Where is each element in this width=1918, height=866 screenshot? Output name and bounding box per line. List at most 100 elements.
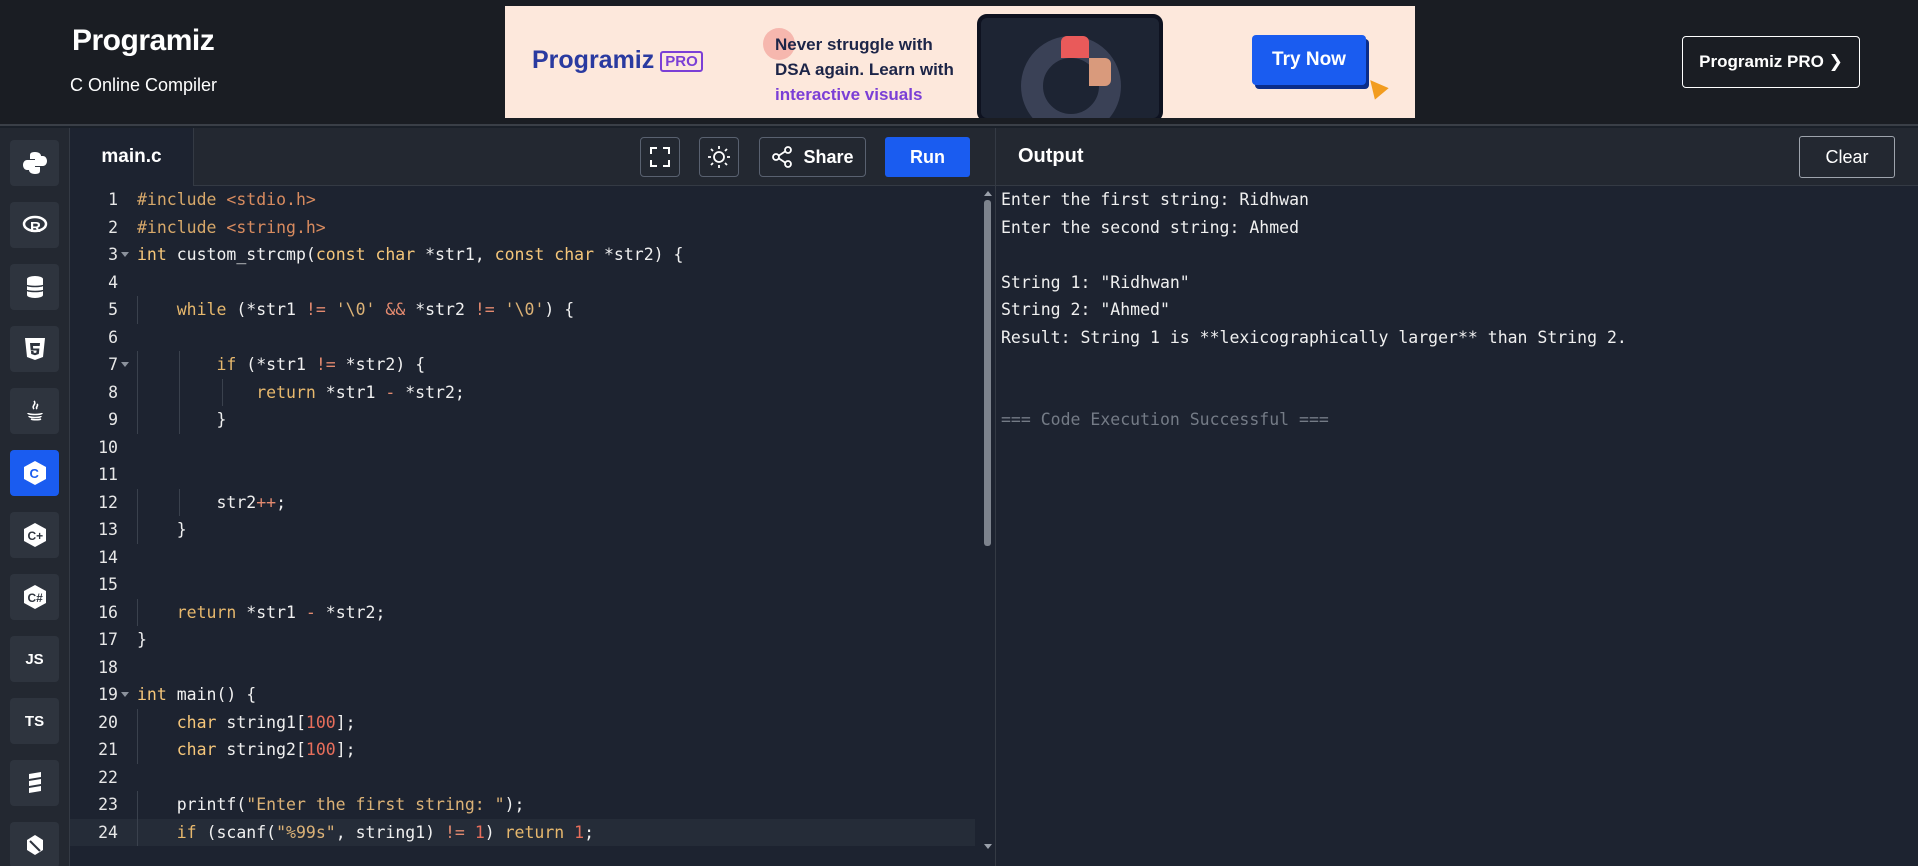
code-line[interactable]: 3 int custom_strcmp(const char *str1, con… bbox=[70, 241, 975, 269]
code-text: #include <string.h> bbox=[137, 217, 326, 237]
line-number: 23 bbox=[98, 795, 118, 814]
code-line[interactable]: 14 bbox=[70, 544, 975, 572]
code-text: } bbox=[137, 630, 147, 649]
editor-toolbar: main.c Share Run bbox=[70, 128, 995, 186]
scala-icon[interactable] bbox=[10, 760, 59, 806]
js-icon[interactable]: JS bbox=[10, 636, 59, 682]
line-number: 12 bbox=[98, 492, 118, 512]
code-area[interactable]: 1 #include <stdio.h> 2 #include <string.h> 3… bbox=[70, 186, 975, 866]
code-line[interactable]: 18 bbox=[70, 654, 975, 682]
line-number: 22 bbox=[98, 767, 118, 787]
code-line[interactable]: 9 } bbox=[70, 406, 975, 434]
scroll-down-arrow[interactable] bbox=[984, 844, 992, 849]
output-line: String 2: "Ahmed" bbox=[1001, 300, 1170, 319]
code-line[interactable]: 16 return *str1 - *str2; bbox=[70, 598, 975, 626]
ts-label: TS bbox=[24, 712, 45, 730]
code-line[interactable]: 20 char string1[100]; bbox=[70, 708, 975, 736]
line-number: 11 bbox=[98, 465, 118, 484]
try-now-button[interactable]: Try Now bbox=[1252, 35, 1366, 85]
code-line[interactable]: 2 #include <string.h> bbox=[70, 214, 975, 242]
js-label: JS bbox=[25, 650, 44, 668]
line-number: 8 bbox=[108, 382, 118, 402]
line-number: 16 bbox=[98, 602, 118, 622]
scroll-up-arrow[interactable] bbox=[984, 191, 992, 196]
code-line[interactable]: 1 #include <stdio.h> bbox=[70, 186, 975, 214]
line-number: 7 bbox=[108, 355, 118, 374]
page-subtitle: C Online Compiler bbox=[70, 75, 218, 95]
svg-text:C+: C+ bbox=[27, 529, 43, 543]
html5-icon[interactable] bbox=[10, 326, 59, 372]
java-icon[interactable] bbox=[10, 388, 59, 434]
ad-pro-badge: PRO bbox=[660, 50, 703, 72]
line-number: 6 bbox=[108, 327, 118, 347]
output-console: Enter the first string: Ridhwan Enter the… bbox=[1001, 186, 1906, 434]
sql-icon[interactable] bbox=[10, 264, 59, 310]
line-number: 2 bbox=[108, 217, 118, 237]
code-line[interactable]: 22 bbox=[70, 764, 975, 792]
ad-banner[interactable]: Programiz PRO Never struggle with DSA aga… bbox=[505, 6, 1415, 118]
code-line[interactable]: 11 bbox=[70, 461, 975, 489]
code-line[interactable]: 21 char string2[100]; bbox=[70, 736, 975, 764]
r-icon[interactable]: R bbox=[10, 202, 59, 248]
code-line[interactable]: 19 int main() { bbox=[70, 681, 975, 709]
programiz-pro-button[interactable]: Programiz PRO ❯ bbox=[1682, 36, 1860, 88]
clear-button[interactable]: Clear bbox=[1799, 136, 1895, 178]
code-line[interactable]: 5 while (*str1 != '\0' && *str2 != '\0')… bbox=[70, 296, 975, 324]
fullscreen-button[interactable] bbox=[640, 137, 680, 177]
code-line[interactable]: 17} bbox=[70, 626, 975, 654]
fold-arrow-icon[interactable] bbox=[121, 252, 129, 257]
ts-icon[interactable]: TS bbox=[10, 698, 59, 744]
code-line[interactable]: 12 str2++; bbox=[70, 488, 975, 516]
code-line[interactable]: 6 bbox=[70, 324, 975, 352]
svg-text:R: R bbox=[30, 219, 41, 236]
code-line[interactable]: 24 if (scanf("%99s", string1) != 1) retu… bbox=[70, 818, 975, 846]
output-toolbar: Output Clear bbox=[996, 128, 1918, 186]
python-icon[interactable] bbox=[10, 140, 59, 186]
code-line[interactable]: 4 bbox=[70, 269, 975, 297]
c-icon[interactable]: C bbox=[10, 450, 59, 496]
code-line[interactable]: 13 } bbox=[70, 516, 975, 544]
line-number: 9 bbox=[108, 410, 118, 429]
csharp-icon[interactable]: C# bbox=[10, 574, 59, 620]
share-button[interactable]: Share bbox=[759, 137, 866, 177]
theme-toggle-button[interactable] bbox=[699, 137, 739, 177]
line-number: 15 bbox=[98, 575, 118, 594]
code-line[interactable]: 10 bbox=[70, 434, 975, 462]
code-text: if (*str1 != *str2) { bbox=[216, 355, 426, 374]
line-number: 3 bbox=[108, 245, 118, 264]
ad-logo: Programiz PRO bbox=[532, 46, 703, 75]
ad-line: Never struggle with bbox=[775, 35, 933, 54]
code-text: str2++; bbox=[137, 492, 287, 512]
cpp-icon[interactable]: C+ bbox=[10, 512, 59, 558]
sun-icon bbox=[708, 146, 730, 168]
code-line[interactable]: 7 if (*str1 != *str2) { bbox=[70, 351, 975, 379]
header: Programiz C Online Compiler Programiz PRO… bbox=[0, 0, 1918, 126]
code-text: char string1[100]; bbox=[176, 712, 356, 732]
output-line: String 1: "Ridhwan" bbox=[1001, 272, 1190, 292]
ad-text: Never struggle with DSA again. Learn wit… bbox=[775, 32, 975, 107]
share-label: Share bbox=[803, 146, 854, 167]
line-number: 18 bbox=[98, 657, 118, 677]
code-line[interactable]: 15 bbox=[70, 571, 975, 599]
code-text: while (*str1 != '\0' && *str2 != '\0') { bbox=[176, 300, 575, 319]
output-panel: Output Clear Enter the first string: Rid… bbox=[995, 128, 1918, 866]
fold-arrow-icon[interactable] bbox=[121, 362, 129, 367]
code-text: return *str1 - *str2; bbox=[176, 602, 386, 622]
code-text: int main() { bbox=[137, 685, 257, 704]
editor-scrollbar[interactable] bbox=[984, 200, 991, 546]
fold-arrow-icon[interactable] bbox=[121, 692, 129, 697]
programiz-logo[interactable]: Programiz bbox=[72, 24, 215, 58]
code-line[interactable]: 8 return *str1 - *str2; bbox=[70, 378, 975, 406]
share-icon bbox=[772, 146, 793, 168]
code-editor-panel: main.c Share Run 1 #include <stdio.h> 2 #in… bbox=[70, 128, 995, 866]
code-line[interactable]: 23 printf("Enter the first string: "); bbox=[70, 791, 975, 819]
cursor-icon bbox=[1363, 74, 1389, 100]
output-title: Output bbox=[1018, 145, 1084, 167]
dart-icon[interactable] bbox=[10, 822, 59, 866]
code-text: printf("Enter the first string: "); bbox=[137, 795, 525, 814]
ad-wheel-segment bbox=[1061, 36, 1089, 58]
tab-main-c[interactable]: main.c bbox=[70, 128, 194, 186]
run-button[interactable]: Run bbox=[885, 137, 970, 177]
